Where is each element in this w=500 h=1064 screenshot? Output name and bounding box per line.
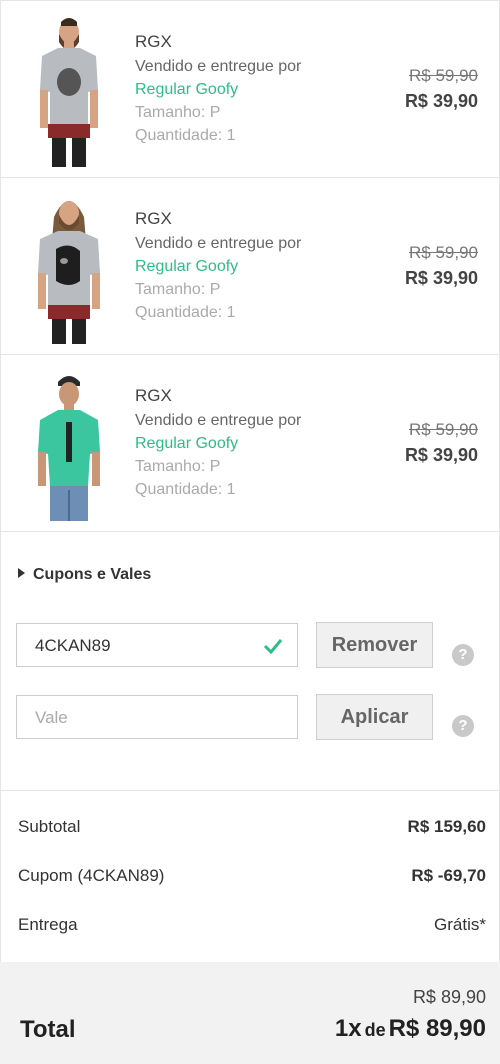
product-brand[interactable]: RGX bbox=[135, 32, 172, 52]
subtotal-value: R$ 159,60 bbox=[407, 817, 486, 836]
remove-coupon-button[interactable]: Remover bbox=[316, 622, 433, 668]
help-icon[interactable]: ? bbox=[452, 644, 474, 666]
subtotal-label: Subtotal bbox=[18, 817, 81, 836]
sold-by-label: Vendido e entregue por bbox=[135, 58, 302, 75]
product-image[interactable] bbox=[28, 12, 110, 167]
section-divider bbox=[0, 790, 500, 791]
total-label: Total bbox=[20, 1016, 76, 1043]
cash-total-value: R$ 89,90 bbox=[412, 987, 486, 1007]
seller-link[interactable]: Regular Goofy bbox=[135, 435, 238, 453]
product-quantity: Quantidade: 1 bbox=[135, 481, 236, 498]
product-size: Tamanho: P bbox=[135, 458, 221, 475]
product-image[interactable] bbox=[28, 189, 110, 344]
installment-count: 1x bbox=[334, 1015, 362, 1042]
shipping-value: Grátis* bbox=[434, 915, 486, 934]
coupon-discount-value: R$ -69,70 bbox=[411, 866, 486, 885]
installment-total: 1x de R$ 89,90 bbox=[335, 1015, 486, 1043]
voucher-input[interactable]: Vale bbox=[16, 695, 298, 739]
product-brand[interactable]: RGX bbox=[135, 209, 172, 229]
cart-item: RGX Vendido e entregue por Regular Goofy… bbox=[0, 0, 500, 178]
coupons-toggle[interactable]: Cupons e Vales bbox=[18, 566, 151, 584]
cart-item: RGX Vendido e entregue por Regular Goofy… bbox=[0, 354, 500, 532]
coupon-input[interactable]: 4CKAN89 bbox=[16, 623, 298, 667]
product-size: Tamanho: P bbox=[135, 104, 221, 121]
subtotal-row: Subtotal R$ 159,60 bbox=[0, 817, 500, 841]
triangle-right-icon bbox=[18, 568, 25, 578]
product-brand[interactable]: RGX bbox=[135, 386, 172, 406]
shipping-label: Entrega bbox=[18, 915, 78, 934]
cart-item: RGX Vendido e entregue por Regular Goofy… bbox=[0, 177, 500, 355]
shipping-row: Entrega Grátis* bbox=[0, 915, 500, 939]
sale-price: R$ 39,90 bbox=[404, 91, 478, 111]
coupon-discount-label: Cupom (4CKAN89) bbox=[18, 866, 165, 885]
checkmark-icon bbox=[263, 639, 283, 654]
old-price: R$ 59,90 bbox=[409, 243, 478, 262]
sale-price: R$ 39,90 bbox=[404, 445, 478, 465]
old-price: R$ 59,90 bbox=[409, 420, 478, 439]
seller-link[interactable]: Regular Goofy bbox=[135, 258, 238, 276]
coupons-toggle-label: Cupons e Vales bbox=[33, 566, 152, 583]
product-quantity: Quantidade: 1 bbox=[135, 127, 236, 144]
total-box: R$ 89,90 Total 1x de R$ 89,90 bbox=[0, 962, 500, 1064]
product-image[interactable] bbox=[28, 366, 110, 521]
apply-voucher-button[interactable]: Aplicar bbox=[316, 694, 433, 740]
coupon-discount-row: Cupom (4CKAN89) R$ -69,70 bbox=[0, 866, 500, 890]
voucher-input-placeholder: Vale bbox=[35, 708, 68, 727]
coupon-input-value: 4CKAN89 bbox=[35, 636, 111, 655]
installment-de: de bbox=[364, 1020, 386, 1040]
sold-by-label: Vendido e entregue por bbox=[135, 412, 302, 429]
product-size: Tamanho: P bbox=[135, 281, 221, 298]
product-quantity: Quantidade: 1 bbox=[135, 304, 236, 321]
sale-price: R$ 39,90 bbox=[404, 268, 478, 288]
seller-link[interactable]: Regular Goofy bbox=[135, 81, 238, 99]
help-icon[interactable]: ? bbox=[452, 715, 474, 737]
installment-value: R$ 89,90 bbox=[388, 1015, 486, 1042]
old-price: R$ 59,90 bbox=[409, 66, 478, 85]
sold-by-label: Vendido e entregue por bbox=[135, 235, 302, 252]
